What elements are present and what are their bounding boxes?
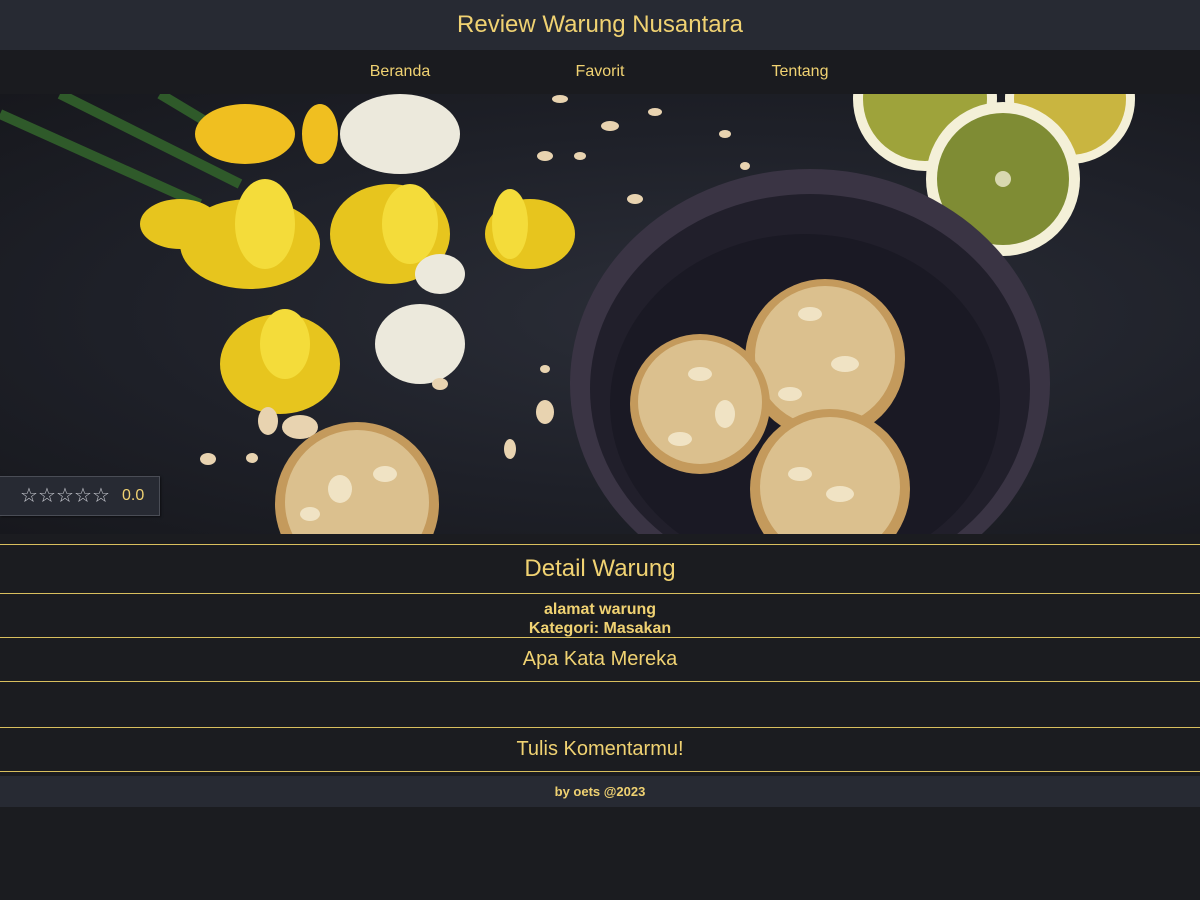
rating-stars[interactable]: ☆ ☆ ☆ ☆ ☆ bbox=[20, 486, 110, 506]
star-empty-icon[interactable]: ☆ bbox=[74, 486, 92, 506]
reviews-section-title: Apa Kata Mereka bbox=[0, 638, 1200, 682]
daffodil-flowers bbox=[140, 94, 575, 414]
footer-text: by oets @2023 bbox=[554, 784, 646, 799]
warung-category: Kategori: Masakan bbox=[528, 620, 672, 637]
comment-title[interactable]: Tulis Komentarmu! bbox=[516, 738, 683, 760]
rating-box: ☆ ☆ ☆ ☆ ☆ 0.0 bbox=[0, 476, 160, 516]
warung-address: alamat warung bbox=[543, 601, 657, 618]
comment-section[interactable]: Tulis Komentarmu! bbox=[0, 728, 1200, 772]
food-image bbox=[0, 94, 1135, 534]
reviews-list bbox=[0, 682, 1200, 728]
nav-beranda[interactable]: Beranda bbox=[300, 63, 500, 81]
footer: by oets @2023 bbox=[0, 776, 1200, 807]
star-empty-icon[interactable]: ☆ bbox=[92, 486, 110, 506]
star-empty-icon[interactable]: ☆ bbox=[38, 486, 56, 506]
warung-info: alamat warung Kategori: Masakan bbox=[0, 594, 1200, 638]
star-empty-icon[interactable]: ☆ bbox=[56, 486, 74, 506]
app-title: Review Warung Nusantara bbox=[457, 11, 743, 38]
app-header: Review Warung Nusantara bbox=[0, 0, 1200, 50]
main-nav: Beranda Favorit Tentang bbox=[0, 50, 1200, 94]
nav-favorit[interactable]: Favorit bbox=[500, 63, 700, 81]
star-empty-icon[interactable]: ☆ bbox=[20, 486, 38, 506]
detail-title: Detail Warung bbox=[524, 555, 676, 582]
rating-value: 0.0 bbox=[122, 487, 145, 504]
detail-section-title: Detail Warung bbox=[0, 544, 1200, 594]
reviews-title: Apa Kata Mereka bbox=[522, 648, 678, 670]
nav-tentang[interactable]: Tentang bbox=[700, 63, 900, 81]
hero-image: ☆ ☆ ☆ ☆ ☆ 0.0 bbox=[0, 94, 1200, 534]
